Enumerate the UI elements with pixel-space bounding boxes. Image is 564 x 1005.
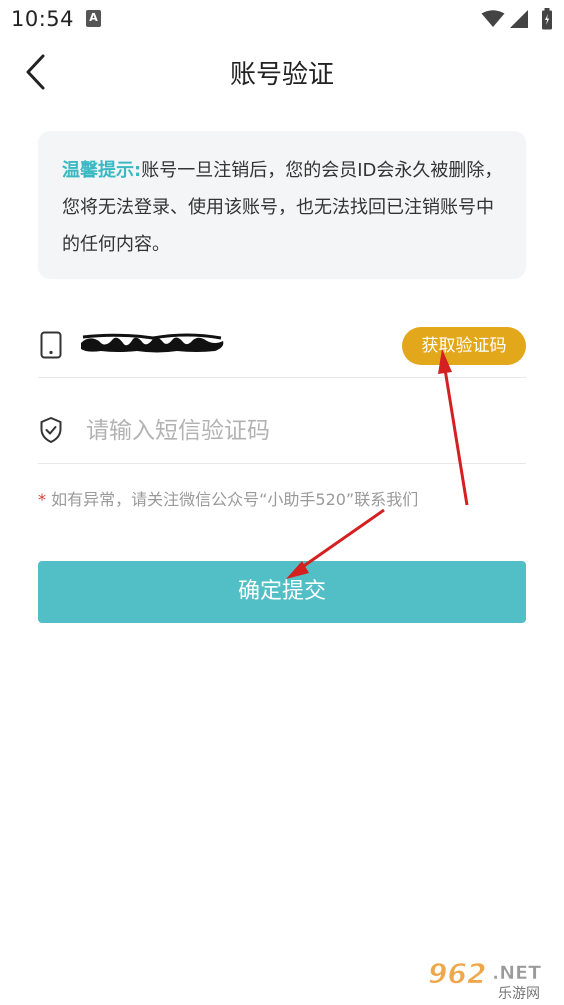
help-tip-text: 如有异常，请关注微信公众号“小助手520”联系我们	[51, 490, 419, 509]
status-time: 10:54	[11, 7, 75, 31]
required-star: *	[38, 490, 46, 509]
shield-icon	[40, 417, 62, 443]
divider	[38, 463, 526, 464]
phone-icon	[40, 331, 62, 359]
signal-icon	[510, 10, 528, 28]
divider	[38, 377, 526, 378]
battery-icon	[542, 8, 552, 30]
wifi-icon	[481, 10, 505, 27]
submit-button[interactable]: 确定提交	[38, 561, 526, 623]
get-code-button[interactable]: 获取验证码	[402, 327, 526, 365]
notice-text: 温馨提示:账号一旦注销后，您的会员ID会永久被删除，您将无法登录、使用该账号，也…	[62, 152, 510, 263]
help-tip: * 如有异常，请关注微信公众号“小助手520”联系我们	[38, 486, 418, 510]
site-watermark-logo: 962 .NET 乐游网	[426, 955, 558, 1003]
svg-text:962: 962	[428, 957, 486, 990]
svg-text:.NET: .NET	[492, 962, 541, 984]
warning-notice: 温馨提示:账号一旦注销后，您的会员ID会永久被删除，您将无法登录、使用该账号，也…	[38, 131, 526, 279]
svg-text:乐游网: 乐游网	[498, 986, 540, 1001]
notification-badge-icon: A	[86, 10, 101, 27]
notice-label: 温馨提示:	[62, 160, 142, 181]
phone-number-redacted	[81, 333, 224, 353]
sms-code-input[interactable]	[86, 411, 506, 451]
page-title: 账号验证	[229, 60, 334, 90]
status-bar: 10:54 A	[0, 0, 564, 40]
